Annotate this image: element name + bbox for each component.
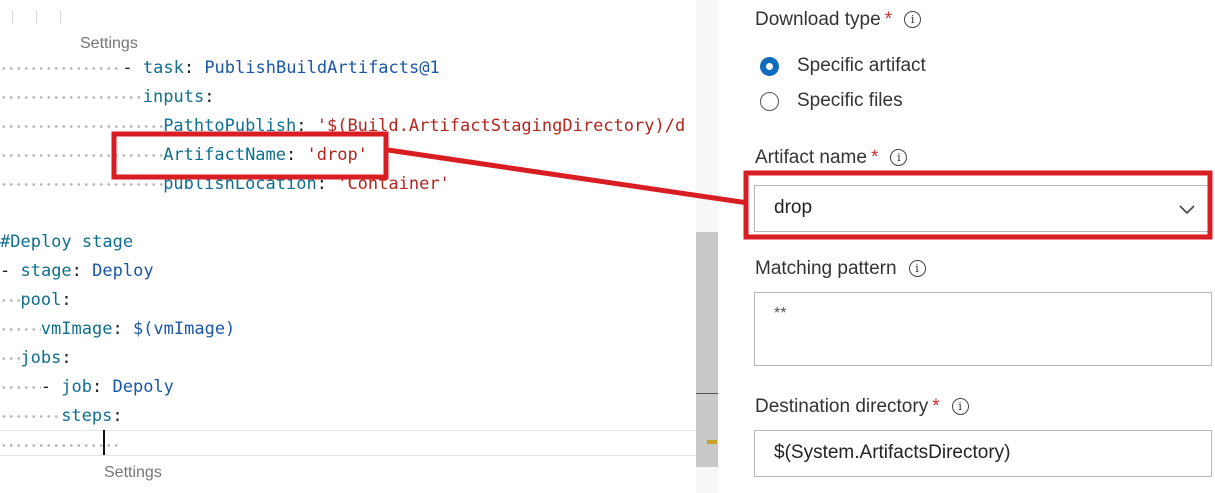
- radio-specific-files-label: Specific files: [797, 90, 903, 111]
- destination-directory-label: Destination directory * i: [755, 394, 969, 420]
- download-type-label: Download type * i: [755, 7, 922, 33]
- code-line[interactable]: [0, 199, 696, 228]
- code-token: vmImage: [40, 319, 113, 339]
- code-token: publishLocation: [163, 174, 317, 194]
- code-token: :: [61, 348, 72, 368]
- whitespace-indicator: [0, 54, 123, 83]
- destination-directory-label-text: Destination directory: [755, 396, 929, 417]
- info-icon[interactable]: i: [904, 11, 922, 28]
- code-token: '$(Build.ArtifactStagingDirectory)/d: [316, 116, 686, 136]
- code-token: :: [71, 261, 93, 281]
- code-line[interactable]: PathtoPublish: '$(Build.ArtifactStagingD…: [0, 112, 696, 141]
- matching-pattern-label: Matching pattern i: [755, 256, 926, 282]
- code-token: PathtoPublish: [163, 116, 297, 136]
- code-token: :: [92, 377, 113, 397]
- code-token: :: [61, 290, 72, 310]
- destination-directory-value: $(System.ArtifactsDirectory): [774, 442, 1011, 463]
- code-token: #Deploy stage: [0, 232, 134, 252]
- code-line[interactable]: ArtifactName: 'drop': [0, 141, 696, 170]
- download-type-label-text: Download type: [755, 9, 881, 30]
- code-token: task: [142, 58, 184, 78]
- code-token: -: [40, 377, 62, 397]
- required-asterisk: *: [870, 147, 879, 168]
- code-line[interactable]: - task: PublishBuildArtifacts@1: [0, 54, 696, 83]
- code-token: ArtifactName: [163, 145, 287, 165]
- code-token: :: [296, 116, 317, 136]
- code-line[interactable]: pool:: [0, 286, 696, 315]
- info-icon[interactable]: i: [908, 260, 926, 277]
- code-token: :: [286, 145, 307, 165]
- artifact-name-label: Artifact name * i: [755, 145, 908, 171]
- code-token: steps: [61, 406, 113, 426]
- code-line[interactable]: vmImage: $(vmImage): [0, 315, 696, 344]
- code-token: :: [204, 87, 215, 107]
- code-line[interactable]: #Deploy stage: [0, 228, 696, 257]
- code-token: :: [183, 58, 205, 78]
- chevron-down-icon: [1179, 205, 1195, 215]
- text-cursor: [103, 430, 105, 455]
- code-token: PublishBuildArtifacts@1: [204, 58, 440, 78]
- whitespace-indicator: [0, 344, 21, 373]
- code-token: stage: [20, 261, 72, 281]
- code-token: inputs: [142, 87, 205, 107]
- matching-pattern-value: **: [774, 305, 787, 322]
- codelens-settings-link[interactable]: Settings: [104, 463, 162, 483]
- artifact-name-dropdown[interactable]: drop: [754, 185, 1212, 232]
- whitespace-indicator: [0, 373, 41, 402]
- code-token: 'drop': [306, 145, 368, 165]
- code-token: :: [316, 174, 338, 194]
- code-line[interactable]: steps:: [0, 402, 696, 431]
- yaml-editor[interactable]: Settings - task: PublishBuildArtifacts@1…: [0, 0, 720, 493]
- whitespace-indicator: [0, 315, 41, 344]
- matching-pattern-label-text: Matching pattern: [755, 258, 897, 279]
- whitespace-indicator: [0, 402, 62, 431]
- info-icon[interactable]: i: [951, 398, 969, 415]
- matching-pattern-textarea[interactable]: **: [754, 292, 1212, 366]
- editor-scrollbar-thumb[interactable]: [696, 232, 718, 467]
- code-token: 'Container': [337, 174, 450, 194]
- radio-specific-artifact-label: Specific artifact: [797, 55, 926, 76]
- radio-selected-icon[interactable]: [760, 56, 779, 76]
- overview-ruler-line: [696, 393, 718, 394]
- code-line[interactable]: publishLocation: 'Container': [0, 170, 696, 199]
- destination-directory-input[interactable]: $(System.ArtifactsDirectory): [754, 430, 1212, 477]
- indent-guide: [36, 10, 37, 24]
- info-icon[interactable]: i: [890, 149, 908, 166]
- download-artifacts-task-panel: Download type * i Specific artifact Specif…: [720, 0, 1215, 493]
- whitespace-indicator: [0, 83, 143, 112]
- required-asterisk: *: [884, 9, 893, 30]
- radio-specific-artifact[interactable]: Specific artifact: [760, 52, 926, 80]
- code-token: :: [112, 406, 123, 426]
- whitespace-indicator: [0, 112, 164, 141]
- codelens-settings-link[interactable]: Settings: [80, 34, 138, 54]
- artifact-name-value: drop: [774, 197, 813, 218]
- code-line[interactable]: inputs:: [0, 83, 696, 112]
- indent-guide: [12, 10, 13, 24]
- code-line[interactable]: - job: Depoly: [0, 373, 696, 402]
- code-token: Deploy: [92, 261, 154, 281]
- code-line[interactable]: jobs:: [0, 344, 696, 373]
- indent-guide: [60, 10, 61, 24]
- code-line[interactable]: - stage: Deploy: [0, 257, 696, 286]
- code-token: :: [112, 319, 133, 339]
- code-token: Depoly: [112, 377, 174, 397]
- code-token: pool: [20, 290, 62, 310]
- code-token: -: [0, 261, 21, 281]
- code-token: job: [61, 377, 92, 397]
- code-token: $(vmImage): [132, 319, 236, 339]
- artifact-name-label-text: Artifact name: [755, 147, 867, 168]
- overview-ruler-marker: [707, 440, 717, 444]
- whitespace-indicator: [0, 141, 164, 170]
- code-token: -: [122, 58, 143, 78]
- whitespace-indicator: [0, 170, 164, 199]
- radio-specific-files[interactable]: Specific files: [760, 87, 903, 115]
- whitespace-indicator: [0, 286, 21, 315]
- code-token: jobs: [20, 348, 62, 368]
- radio-unselected-icon[interactable]: [760, 91, 779, 111]
- required-asterisk: *: [932, 396, 940, 417]
